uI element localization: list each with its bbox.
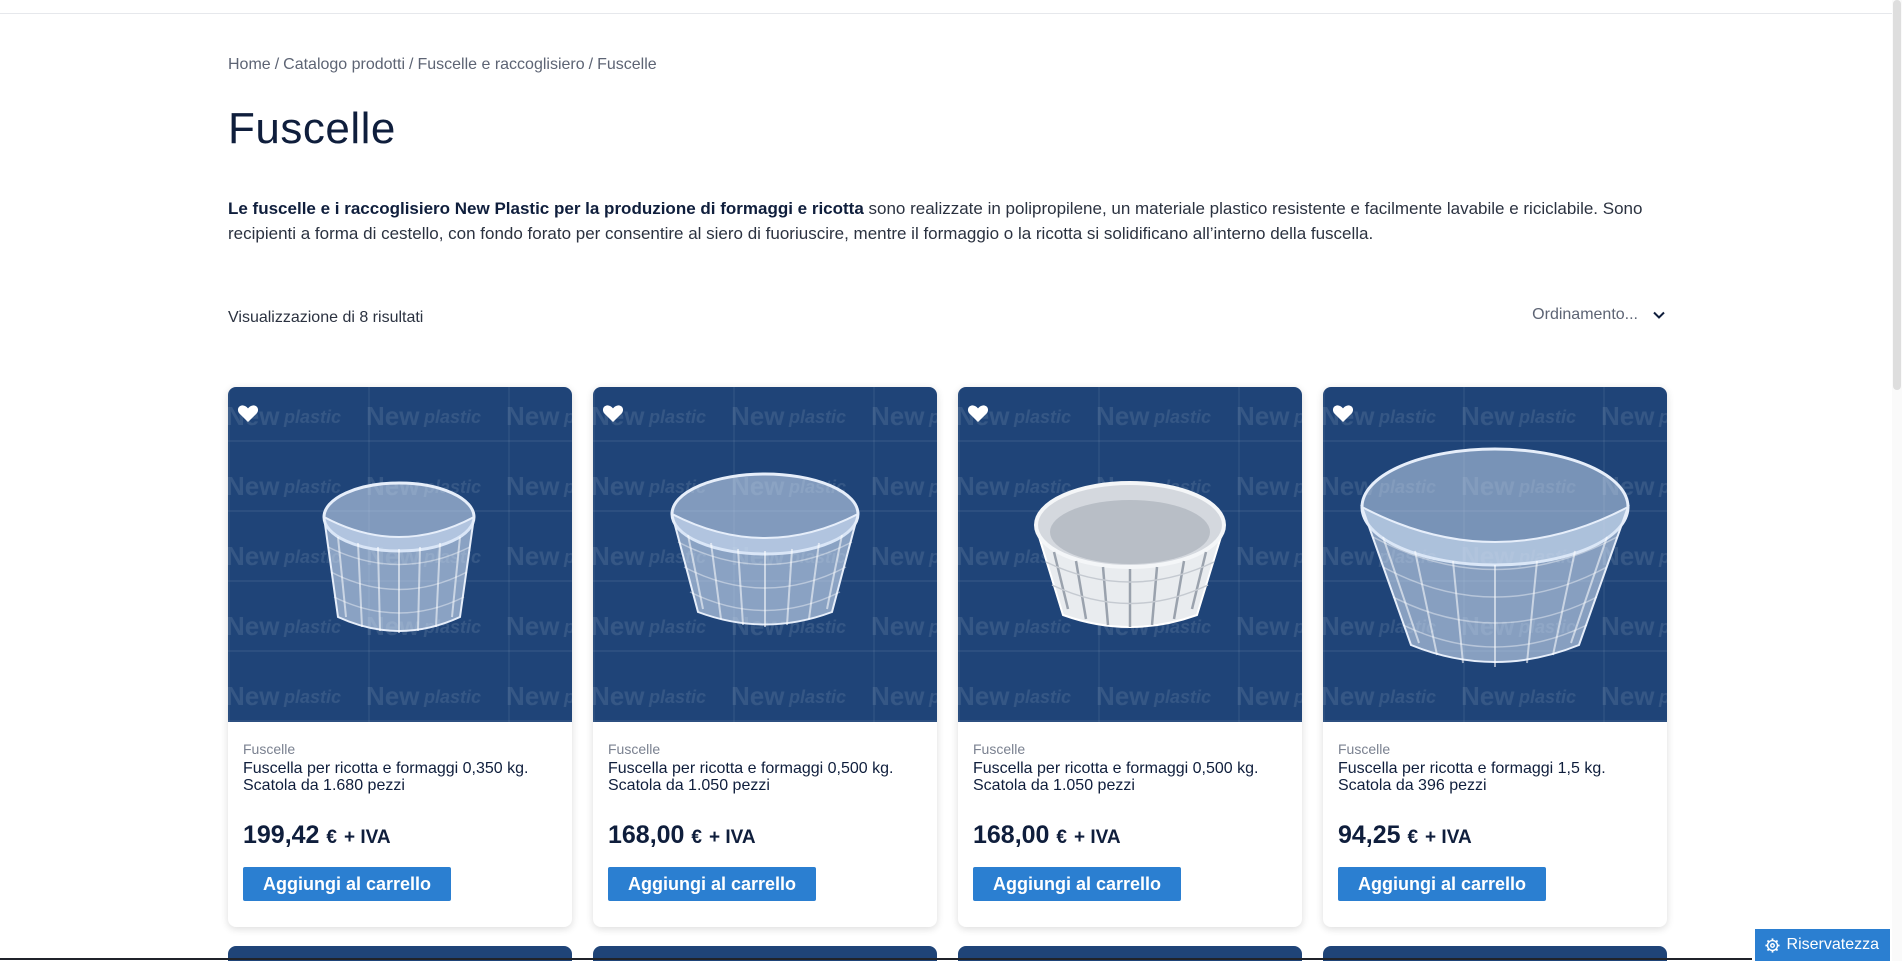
product-image bbox=[1360, 447, 1630, 667]
product-image bbox=[322, 481, 476, 633]
product-image-area[interactable]: NewplasticNewplasticNewplasticNewplastic… bbox=[1323, 387, 1667, 722]
price-value: 168,00 bbox=[973, 821, 1050, 849]
breadcrumb-separator: / bbox=[588, 56, 594, 73]
product-image-area[interactable]: NewplasticNewplasticNewplasticNewplastic… bbox=[593, 387, 937, 722]
price-currency: € bbox=[326, 827, 337, 848]
product-name[interactable]: Fuscella per ricotta e formaggi 0,500 kg… bbox=[973, 760, 1287, 794]
breadcrumb-separator: / bbox=[409, 56, 414, 73]
add-to-cart-button[interactable]: Aggiungi al carrello bbox=[243, 867, 451, 901]
breadcrumb: Home / Catalogo prodotti / Fuscelle e raccog… bbox=[228, 56, 657, 74]
product-info: Fuscelle Fuscella per ricotta e formaggi… bbox=[593, 722, 937, 901]
price-tax: + IVA bbox=[343, 827, 391, 848]
add-to-cart-button[interactable]: Aggiungi al carrello bbox=[973, 867, 1181, 901]
scrollbar-thumb[interactable] bbox=[1893, 0, 1901, 390]
price-tax: + IVA bbox=[1425, 827, 1472, 848]
product-price: 199,42 € + IVA bbox=[243, 821, 557, 850]
price-value: 168,00 bbox=[608, 821, 685, 849]
product-card: NewplasticNewplasticNewplasticNewplastic… bbox=[593, 387, 937, 927]
product-card: NewplasticNewplasticNewplasticNewplastic… bbox=[1323, 387, 1667, 927]
product-info: Fuscelle Fuscella per ricotta e formaggi… bbox=[228, 722, 572, 901]
price-currency: € bbox=[691, 827, 702, 848]
product-category[interactable]: Fuscelle bbox=[243, 741, 557, 757]
breadcrumb-current: Fuscelle bbox=[597, 56, 657, 73]
product-price: 94,25 € + IVA bbox=[1338, 821, 1652, 850]
price-tax: + IVA bbox=[708, 827, 756, 848]
sort-dropdown[interactable]: Ordinamento... bbox=[1532, 306, 1666, 324]
product-image-area[interactable]: NewplasticNewplasticNewplasticNewplastic… bbox=[228, 387, 572, 722]
privacy-button[interactable]: Riservatezza bbox=[1754, 929, 1890, 961]
product-price: 168,00 € + IVA bbox=[973, 821, 1287, 850]
product-category[interactable]: Fuscelle bbox=[608, 741, 922, 757]
price-value: 199,42 bbox=[243, 821, 320, 849]
product-info: Fuscelle Fuscella per ricotta e formaggi… bbox=[1323, 722, 1667, 901]
add-to-cart-button[interactable]: Aggiungi al carrello bbox=[608, 867, 816, 901]
price-currency: € bbox=[1407, 827, 1419, 848]
product-grid: NewplasticNewplasticNewplasticNewplastic… bbox=[228, 387, 1667, 927]
gear-icon bbox=[1764, 937, 1780, 953]
category-description: Le fuscelle e i raccoglisiero New Plasti… bbox=[228, 196, 1666, 246]
product-info: Fuscelle Fuscella per ricotta e formaggi… bbox=[958, 722, 1302, 901]
chevron-down-icon bbox=[1653, 311, 1665, 319]
bottom-divider bbox=[0, 958, 1752, 960]
privacy-label: Riservatezza bbox=[1786, 936, 1879, 953]
product-category[interactable]: Fuscelle bbox=[973, 741, 1287, 757]
breadcrumb-catalog[interactable]: Catalogo prodotti bbox=[283, 56, 405, 73]
breadcrumb-category[interactable]: Fuscelle e raccoglisiero bbox=[417, 56, 584, 73]
product-price: 168,00 € + IVA bbox=[608, 821, 922, 850]
product-name[interactable]: Fuscella per ricotta e formaggi 0,350 kg… bbox=[243, 760, 557, 794]
header-bar bbox=[0, 0, 1902, 14]
product-name[interactable]: Fuscella per ricotta e formaggi 1,5 kg. … bbox=[1338, 760, 1652, 794]
product-image-area[interactable]: NewplasticNewplasticNewplasticNewplastic… bbox=[958, 387, 1302, 722]
price-tax: + IVA bbox=[1073, 827, 1121, 848]
product-category[interactable]: Fuscelle bbox=[1338, 741, 1652, 757]
breadcrumb-home[interactable]: Home bbox=[228, 56, 271, 73]
product-name[interactable]: Fuscella per ricotta e formaggi 0,500 kg… bbox=[608, 760, 922, 794]
result-count: Visualizzazione di 8 risultati bbox=[228, 309, 424, 326]
product-image bbox=[1034, 481, 1226, 628]
price-currency: € bbox=[1056, 827, 1067, 848]
page-title: Fuscelle bbox=[228, 104, 396, 153]
price-value: 94,25 bbox=[1338, 821, 1401, 849]
breadcrumb-separator: / bbox=[274, 56, 280, 73]
description-bold: Le fuscelle e i raccoglisiero New Plasti… bbox=[228, 199, 864, 218]
sort-label: Ordinamento... bbox=[1532, 306, 1638, 323]
scrollbar[interactable] bbox=[1892, 0, 1902, 961]
product-image bbox=[670, 472, 860, 627]
product-card: NewplasticNewplasticNewplasticNewplastic… bbox=[958, 387, 1302, 927]
product-card: NewplasticNewplasticNewplasticNewplastic… bbox=[228, 387, 572, 927]
add-to-cart-button[interactable]: Aggiungi al carrello bbox=[1338, 867, 1546, 901]
